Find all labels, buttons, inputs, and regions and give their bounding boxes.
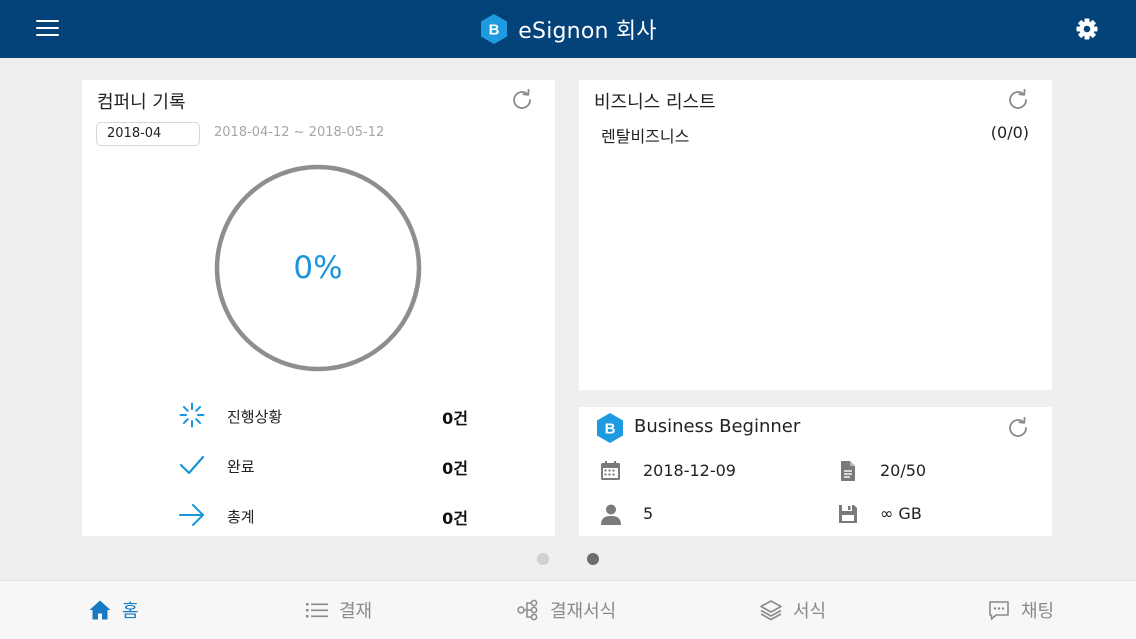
nav-label: 결재서식 — [550, 601, 617, 622]
plan-expiry-row: 2018-12-09 — [599, 457, 799, 485]
stat-row-completed: 완료 0건 — [178, 450, 478, 480]
stat-label: 총계 — [227, 508, 255, 526]
document-icon — [841, 461, 855, 481]
refresh-button[interactable] — [509, 87, 535, 113]
nav-label: 서식 — [793, 601, 827, 622]
arrow-right-icon — [179, 504, 204, 526]
month-selector[interactable]: 2018-04 — [96, 122, 200, 146]
business-list-item[interactable]: 렌탈비즈니스 (0/0) — [601, 123, 1029, 147]
plan-name: Business Beginner — [634, 416, 801, 437]
pager-dot-2-active[interactable] — [587, 553, 599, 565]
top-app-bar: B eSignon 회사 — [0, 0, 1136, 58]
brand: B eSignon 회사 — [0, 0, 1136, 58]
gear-icon — [1076, 18, 1098, 40]
refresh-icon — [1009, 416, 1027, 437]
nav-label: 결재 — [339, 601, 373, 622]
stat-row-in-progress: 진행상황 0건 — [178, 400, 478, 430]
plan-users: 5 — [643, 504, 654, 523]
nav-label: 채팅 — [1021, 601, 1055, 622]
nav-chat[interactable]: 채팅 — [987, 581, 1054, 639]
nav-home[interactable]: 홈 — [88, 581, 139, 639]
app-title: eSignon 회사 — [518, 19, 657, 44]
user-icon — [601, 504, 621, 525]
hexagon-logo-icon: B — [481, 14, 508, 44]
stat-label: 진행상황 — [227, 408, 283, 426]
pager-dot-1[interactable] — [537, 553, 549, 565]
checkmark-icon — [179, 455, 205, 475]
list-icon — [306, 603, 328, 618]
plan-users-row: 5 — [599, 500, 799, 528]
hexagon-logo-icon: B — [597, 413, 623, 443]
refresh-icon — [1009, 88, 1027, 109]
plan-documents: 20/50 — [880, 461, 927, 480]
plan-storage-row: ∞ GB — [836, 500, 1036, 528]
calendar-icon — [601, 461, 620, 480]
business-name: 렌탈비즈니스 — [601, 127, 690, 146]
stat-count: 0건 — [442, 509, 468, 528]
date-range: 2018-04-12 ~ 2018-05-12 — [214, 125, 385, 140]
stat-count: 0건 — [442, 459, 468, 478]
card-title: 비즈니스 리스트 — [594, 92, 716, 113]
flow-chart-icon — [517, 599, 538, 621]
plan-card: B Business Beginner 2018-12-09 20/50 5 ∞… — [579, 407, 1052, 536]
layers-icon — [760, 600, 782, 621]
chat-bubble-icon — [989, 601, 1009, 620]
refresh-icon — [513, 88, 531, 109]
stat-count: 0건 — [442, 409, 468, 428]
plan-documents-row: 20/50 — [836, 457, 1036, 485]
nav-forms[interactable]: 서식 — [759, 581, 826, 639]
refresh-button[interactable] — [1005, 87, 1031, 113]
card-title: 컴퍼니 기록 — [97, 92, 186, 113]
logo-letter: B — [489, 22, 500, 39]
floppy-disk-icon — [839, 505, 857, 523]
loading-spinner-icon — [179, 402, 205, 428]
plan-expiry-date: 2018-12-09 — [643, 461, 736, 480]
logo-letter: B — [605, 421, 616, 438]
stat-row-total: 총계 0건 — [178, 500, 478, 530]
company-record-card: 컴퍼니 기록 2018-04 2018-04-12 ~ 2018-05-12 0… — [82, 80, 555, 536]
nav-approval[interactable]: 결재 — [305, 581, 372, 639]
business-count: (0/0) — [990, 123, 1029, 142]
nav-approval-forms[interactable]: 결재서식 — [516, 581, 616, 639]
progress-value: 0% — [293, 250, 343, 286]
plan-storage: ∞ GB — [880, 504, 922, 523]
refresh-button[interactable] — [1005, 415, 1031, 441]
home-icon — [89, 600, 111, 620]
stat-label: 완료 — [227, 458, 255, 476]
settings-button[interactable] — [1074, 16, 1100, 42]
bottom-navigation: 홈 결재 결재서식 서식 채팅 — [0, 580, 1136, 639]
nav-label: 홈 — [122, 601, 139, 622]
business-list-card: 비즈니스 리스트 렌탈비즈니스 (0/0) — [579, 80, 1052, 390]
